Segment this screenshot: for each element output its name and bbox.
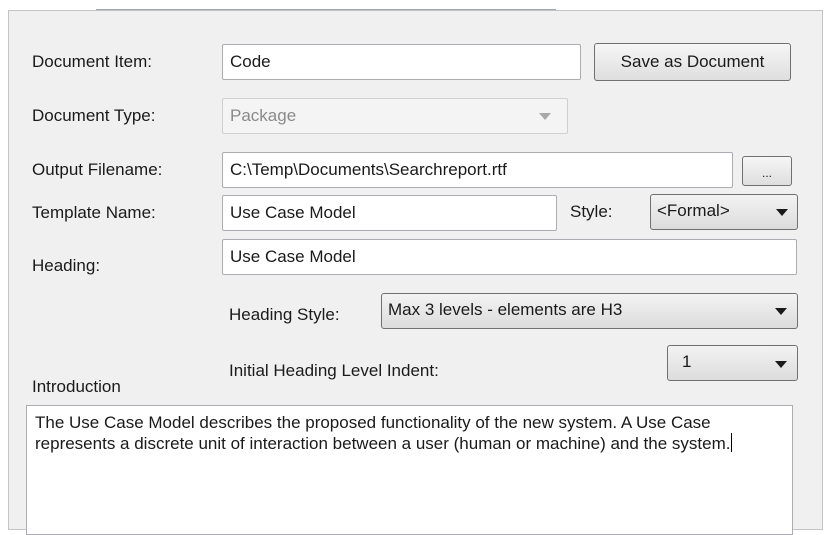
style-label: Style: — [570, 202, 613, 221]
document-type-label: Document Type: — [32, 106, 156, 125]
heading-style-select[interactable]: Max 3 levels - elements are H3 — [381, 293, 798, 329]
introduction-label: Introduction — [32, 377, 121, 396]
introduction-textarea[interactable]: The Use Case Model describes the propose… — [26, 405, 793, 535]
template-name-label: Template Name: — [32, 203, 156, 222]
document-item-label: Document Item: — [32, 52, 152, 71]
style-value: <Formal> — [657, 201, 730, 220]
initial-heading-indent-label: Initial Heading Level Indent: — [229, 361, 439, 380]
initial-heading-indent-value: 1 — [682, 352, 692, 371]
template-name-field[interactable]: Use Case Model — [222, 195, 557, 231]
chevron-down-icon — [775, 361, 787, 368]
output-filename-field[interactable]: C:\Temp\Documents\Searchreport.rtf — [222, 152, 733, 188]
chevron-down-icon — [539, 113, 551, 120]
output-filename-label: Output Filename: — [32, 160, 163, 179]
chevron-down-icon — [775, 308, 787, 315]
introduction-text: The Use Case Model describes the propose… — [35, 413, 731, 453]
heading-style-label: Heading Style: — [229, 305, 340, 324]
save-as-document-button[interactable]: Save as Document — [594, 43, 791, 81]
document-type-value: Package — [230, 106, 297, 125]
chevron-down-icon — [776, 209, 788, 216]
browse-button[interactable]: ... — [742, 156, 792, 186]
document-type-select: Package — [222, 98, 568, 134]
heading-style-value: Max 3 levels - elements are H3 — [388, 300, 623, 319]
text-caret — [731, 433, 733, 452]
heading-label: Heading: — [32, 256, 101, 275]
heading-field[interactable]: Use Case Model — [222, 239, 797, 275]
document-item-field[interactable]: Code — [222, 44, 581, 80]
